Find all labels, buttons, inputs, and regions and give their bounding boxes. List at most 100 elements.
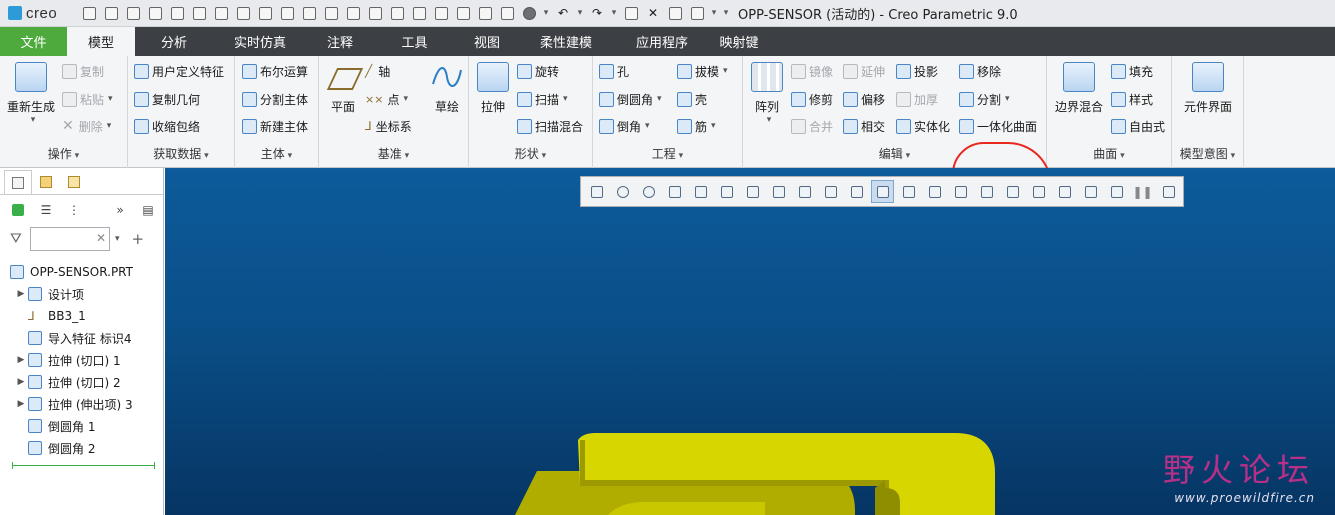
style-button[interactable]: 样式 bbox=[1111, 88, 1153, 110]
split-body-button[interactable]: 分割主体 bbox=[242, 88, 308, 110]
point-tag-display-icon[interactable] bbox=[949, 180, 972, 203]
sweep-button[interactable]: 扫描 ▾ bbox=[517, 88, 568, 110]
mirror-button[interactable]: 镜像 bbox=[791, 60, 833, 82]
sketch-button[interactable]: 草绘 bbox=[429, 62, 465, 115]
measure-icon[interactable] bbox=[298, 2, 320, 24]
annotation-filter-icon[interactable] bbox=[1053, 180, 1076, 203]
clear-icon[interactable]: ✕ bbox=[96, 231, 106, 245]
tree-item-extrude-cut-2[interactable]: ▶ 拉伸 (切口) 2 bbox=[0, 371, 163, 393]
point-button[interactable]: ×× 点 ▾ bbox=[365, 88, 408, 110]
undo-icon[interactable]: ↶ bbox=[552, 2, 574, 24]
save-icon[interactable] bbox=[122, 2, 144, 24]
new-body-button[interactable]: 新建主体 bbox=[242, 115, 308, 137]
tree-item-round-1[interactable]: 倒圆角 1 bbox=[0, 415, 163, 437]
spin-center-icon[interactable] bbox=[793, 180, 816, 203]
datum-icon[interactable] bbox=[276, 2, 298, 24]
saved-orientations-icon[interactable] bbox=[715, 180, 738, 203]
trim-icon[interactable] bbox=[386, 2, 408, 24]
group-label-body[interactable]: 主体 bbox=[235, 145, 318, 162]
tab-model[interactable]: 模型 bbox=[67, 27, 135, 56]
tab-tools[interactable]: 工具 bbox=[373, 27, 456, 56]
chevron-down-icon[interactable]: ▾ bbox=[540, 2, 552, 24]
close-window-icon[interactable]: ✕ bbox=[642, 2, 664, 24]
image-icon[interactable] bbox=[452, 2, 474, 24]
folder-browser-tab-icon[interactable] bbox=[32, 170, 60, 194]
unify-surface-button[interactable]: 一体化曲面 bbox=[959, 115, 1037, 137]
tab-file[interactable]: 文件 bbox=[0, 27, 67, 56]
remove-button[interactable]: 移除 bbox=[959, 60, 1001, 82]
offset-button[interactable]: 偏移 bbox=[843, 88, 885, 110]
shell-button[interactable]: 壳 bbox=[677, 88, 707, 110]
window-icon[interactable] bbox=[664, 2, 686, 24]
zoom-in-icon[interactable] bbox=[611, 180, 634, 203]
project-button[interactable]: 投影 bbox=[896, 60, 938, 82]
point-display-icon[interactable] bbox=[1001, 180, 1024, 203]
csys-button[interactable]: ⅃ 坐标系 bbox=[365, 115, 412, 137]
wave-icon[interactable] bbox=[430, 2, 452, 24]
tab-live-simulation[interactable]: 实时仿真 bbox=[213, 27, 307, 56]
fill-button[interactable]: 填充 bbox=[1111, 60, 1153, 82]
text-icon[interactable] bbox=[496, 2, 518, 24]
intersect-button[interactable]: 相交 bbox=[843, 115, 885, 137]
chevron-down-icon[interactable]: ▾ bbox=[608, 2, 620, 24]
graphics-window[interactable]: ❚❚ 野火论坛 www.proewildfire.cn bbox=[165, 168, 1335, 515]
redo-icon[interactable]: ↷ bbox=[586, 2, 608, 24]
tab-flexible-modeling[interactable]: 柔性建模 bbox=[518, 27, 614, 56]
shrinkwrap-button[interactable]: 收缩包络 bbox=[134, 115, 200, 137]
merge-button[interactable]: 合并 bbox=[791, 115, 833, 137]
view-manager-icon[interactable] bbox=[741, 180, 764, 203]
group-label-engineering[interactable]: 工程 bbox=[593, 145, 742, 162]
add-icon[interactable]: + bbox=[132, 230, 145, 248]
tree-item-extrude-protrusion-3[interactable]: ▶ 拉伸 (伸出项) 3 bbox=[0, 393, 163, 415]
hole-button[interactable]: 孔 bbox=[599, 60, 629, 82]
round-button[interactable]: 倒圆角 ▾ bbox=[599, 88, 662, 110]
repaint-icon[interactable] bbox=[663, 180, 686, 203]
pattern-button[interactable]: 阵列 ▾ bbox=[749, 62, 785, 125]
tree-item-design-items[interactable]: ▶ 设计项 bbox=[0, 283, 163, 305]
tree-filters-icon[interactable]: ⋮ bbox=[66, 202, 82, 218]
group-label-shapes[interactable]: 形状 bbox=[469, 145, 592, 162]
chamfer-button[interactable]: 倒角 ▾ bbox=[599, 115, 650, 137]
model-tree-tab-icon[interactable] bbox=[4, 170, 32, 194]
draft-button[interactable]: 拔模 ▾ bbox=[677, 60, 728, 82]
section-icon[interactable] bbox=[845, 180, 868, 203]
extend-button[interactable]: 延伸 bbox=[843, 60, 885, 82]
tab-view[interactable]: 视图 bbox=[456, 27, 518, 56]
print-icon[interactable] bbox=[188, 2, 210, 24]
feature-icon[interactable] bbox=[342, 2, 364, 24]
regenerate-icon[interactable] bbox=[166, 2, 188, 24]
sketch-icon[interactable] bbox=[254, 2, 276, 24]
appearance-ball-icon[interactable] bbox=[518, 2, 540, 24]
expand-arrow-icon[interactable]: ▶ bbox=[14, 377, 28, 387]
group-label-operations[interactable]: 操作 bbox=[0, 145, 127, 162]
expand-arrow-icon[interactable]: ▶ bbox=[14, 399, 28, 409]
tab-applications[interactable]: 应用程序 bbox=[614, 27, 710, 56]
group-label-model-intent[interactable]: 模型意图 bbox=[1172, 145, 1243, 162]
refit-icon[interactable] bbox=[585, 180, 608, 203]
group-label-get-data[interactable]: 获取数据 bbox=[128, 145, 234, 162]
extrude-button[interactable]: 拉伸 bbox=[475, 62, 511, 115]
component-interface-button[interactable]: 元件界面 bbox=[1178, 62, 1238, 115]
edit-icon[interactable] bbox=[474, 2, 496, 24]
expand-arrow-icon[interactable]: ▶ bbox=[14, 289, 28, 299]
copy-geometry-button[interactable]: 复制几何 bbox=[134, 88, 200, 110]
analysis-icon[interactable] bbox=[364, 2, 386, 24]
freestyle-button[interactable]: 自由式 bbox=[1111, 115, 1165, 137]
open-icon[interactable] bbox=[100, 2, 122, 24]
new-icon[interactable] bbox=[78, 2, 100, 24]
tab-analysis[interactable]: 分析 bbox=[135, 27, 213, 56]
window-switch-icon[interactable] bbox=[686, 2, 708, 24]
chevron-down-icon[interactable]: ▾ bbox=[708, 2, 720, 24]
tree-settings-icon[interactable]: ☰ bbox=[38, 202, 54, 218]
group-label-datum[interactable]: 基准 bbox=[319, 145, 468, 162]
split-button[interactable]: 分割 ▾ bbox=[959, 88, 1010, 110]
delete-button[interactable]: ✕ 删除 ▾ bbox=[62, 115, 111, 137]
part-model[interactable] bbox=[165, 168, 1335, 515]
orient-mode-icon[interactable] bbox=[819, 180, 842, 203]
group-label-editing[interactable]: 编辑 bbox=[743, 145, 1046, 162]
chevron-down-icon[interactable]: ▾ bbox=[115, 234, 120, 244]
insert-here-marker[interactable] bbox=[12, 462, 155, 469]
thicken-button[interactable]: 加厚 bbox=[896, 88, 938, 110]
customize-qat-icon[interactable]: ▾ bbox=[720, 2, 732, 24]
stop-icon[interactable] bbox=[1157, 180, 1180, 203]
